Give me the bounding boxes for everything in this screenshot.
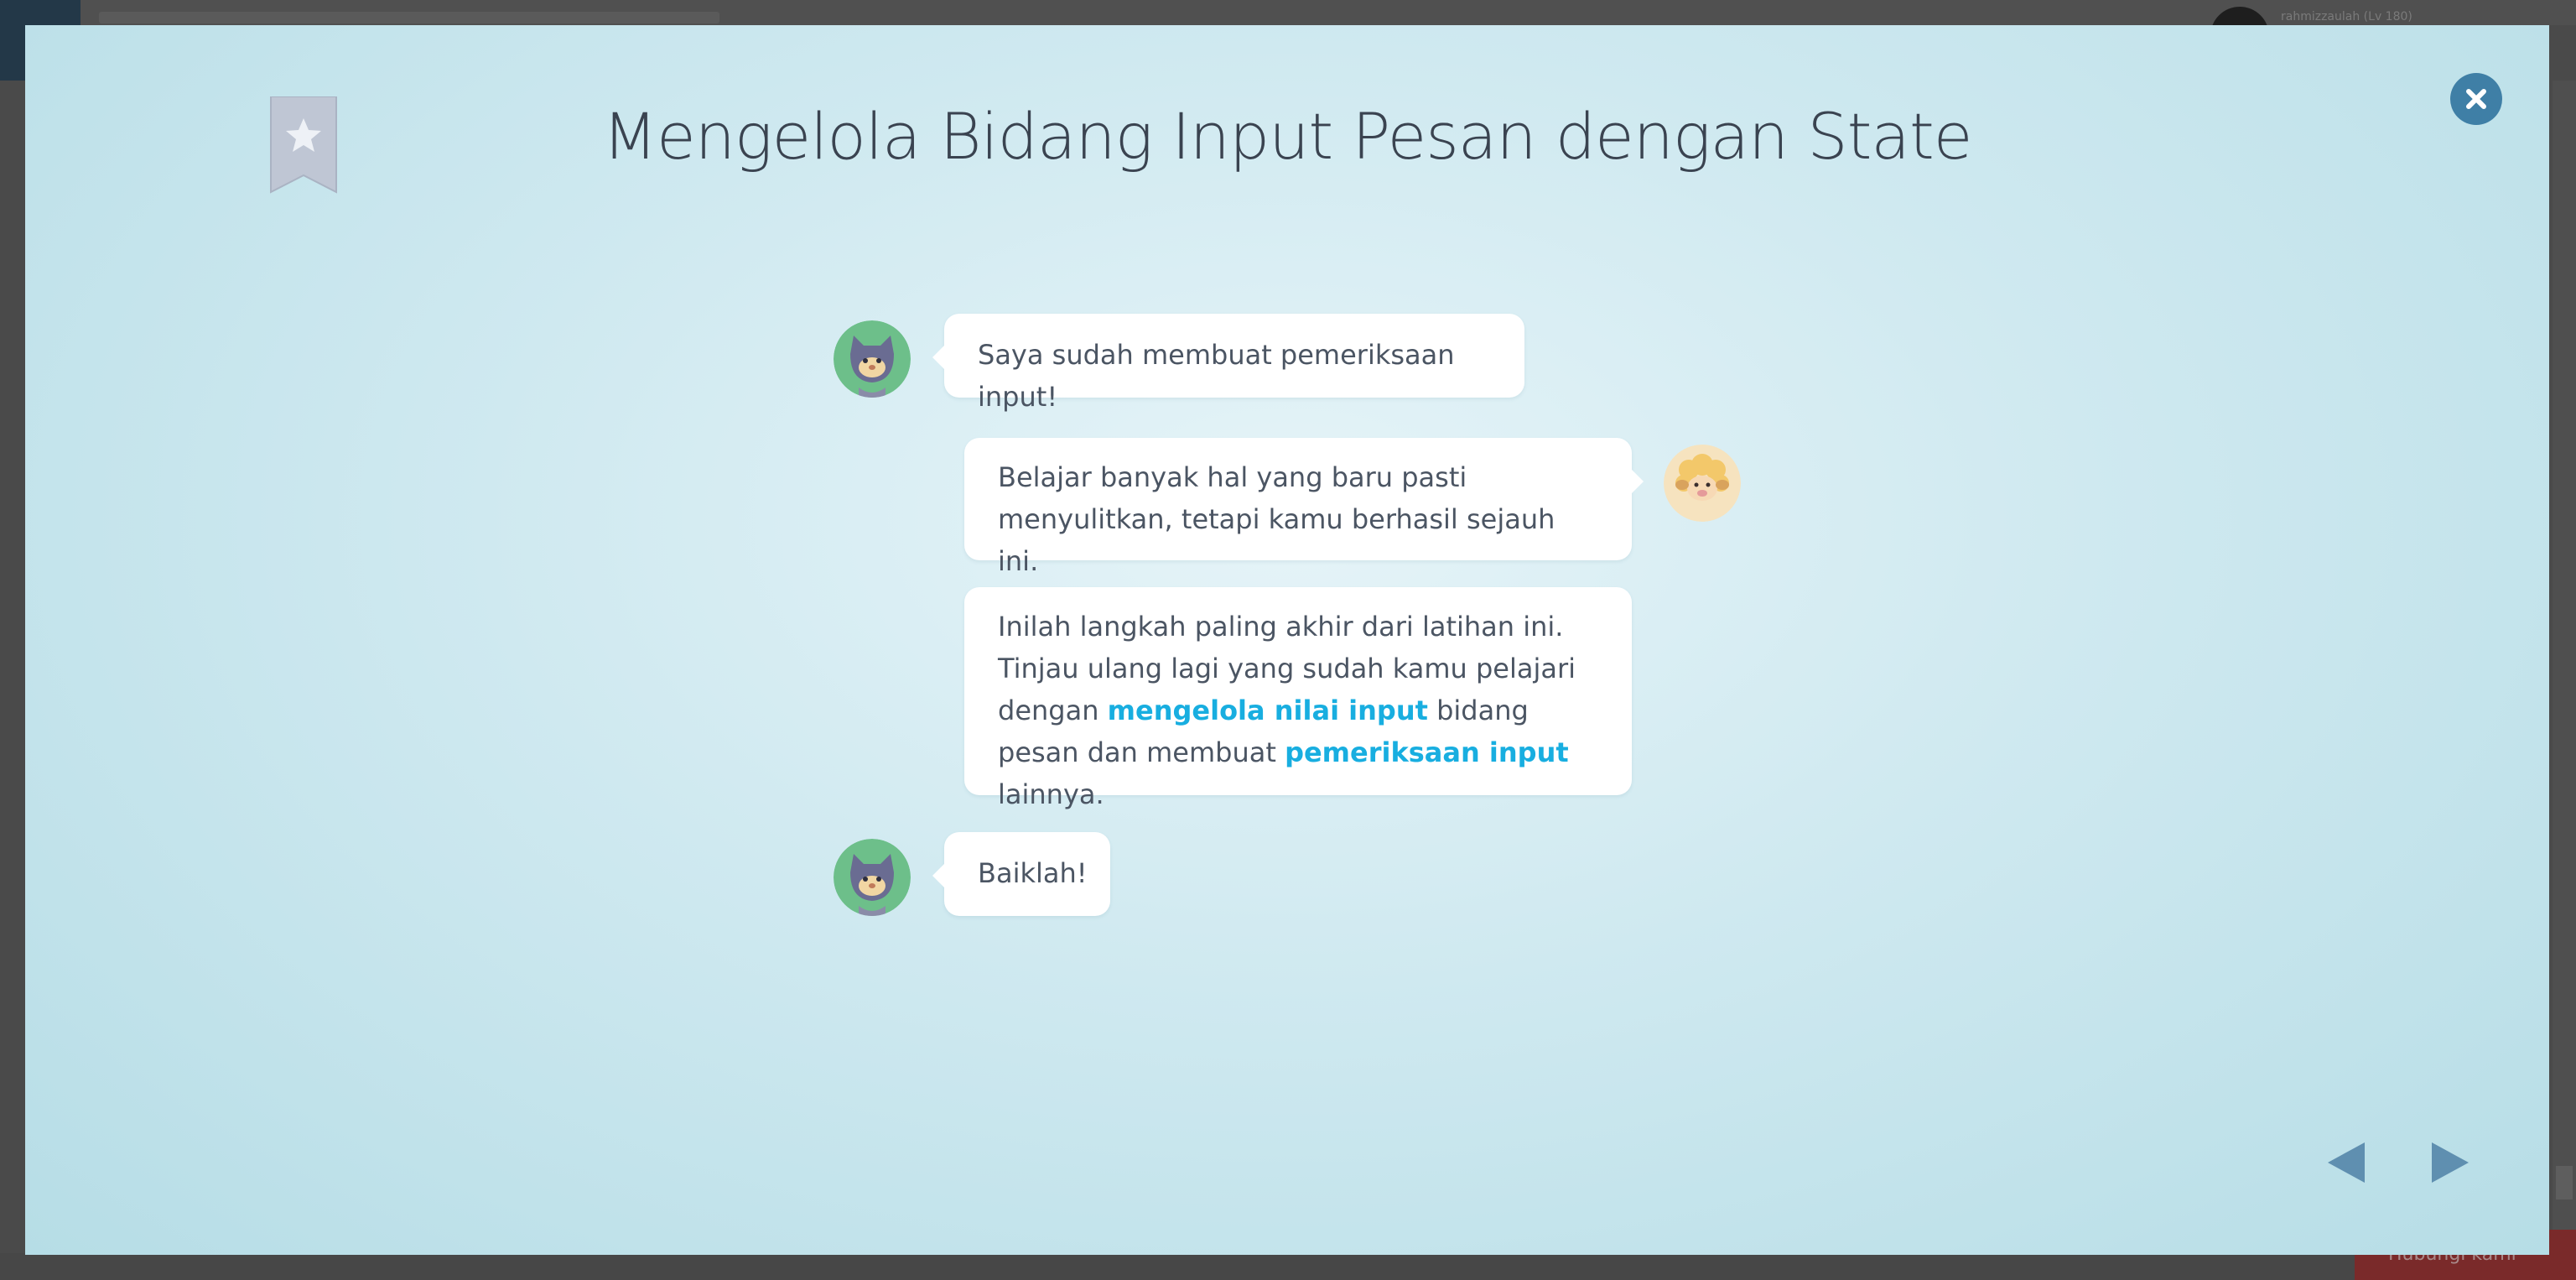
username-label: rahmizzaulah (Lv 180) xyxy=(2281,10,2412,23)
highlight-term-1: mengelola nilai input xyxy=(1107,695,1428,726)
previous-button[interactable] xyxy=(2326,1141,2366,1188)
cat-avatar xyxy=(834,839,911,916)
message-bubble-1: Saya sudah membuat pemeriksaan input! xyxy=(932,314,1524,413)
cat-avatar xyxy=(834,320,911,398)
close-icon xyxy=(2466,89,2486,109)
triangle-right-icon xyxy=(2432,1142,2469,1183)
background-search-bar xyxy=(99,12,719,23)
highlight-term-2: pemeriksaan input xyxy=(1285,736,1569,768)
message-bubble-4: Baiklah! xyxy=(932,832,1110,916)
page-title: Mengelola Bidang Input Pesan dengan Stat… xyxy=(602,99,1972,174)
background-bottombar xyxy=(0,1253,2576,1280)
page-scrollbar xyxy=(2553,81,2576,1253)
story-modal: Mengelola Bidang Input Pesan dengan Stat… xyxy=(25,25,2549,1255)
next-button[interactable] xyxy=(2430,1141,2470,1188)
sheep-avatar xyxy=(1664,445,1741,522)
message-text: lainnya. xyxy=(998,778,1104,810)
triangle-left-icon xyxy=(2328,1142,2365,1183)
message-bubble-3: Inilah langkah paling akhir dari latihan… xyxy=(964,587,1632,810)
message-bubble-2: Belajar banyak hal yang baru pasti menyu… xyxy=(964,438,1644,577)
close-button[interactable] xyxy=(2450,73,2502,125)
page-scrollbar-thumb xyxy=(2556,1166,2573,1199)
